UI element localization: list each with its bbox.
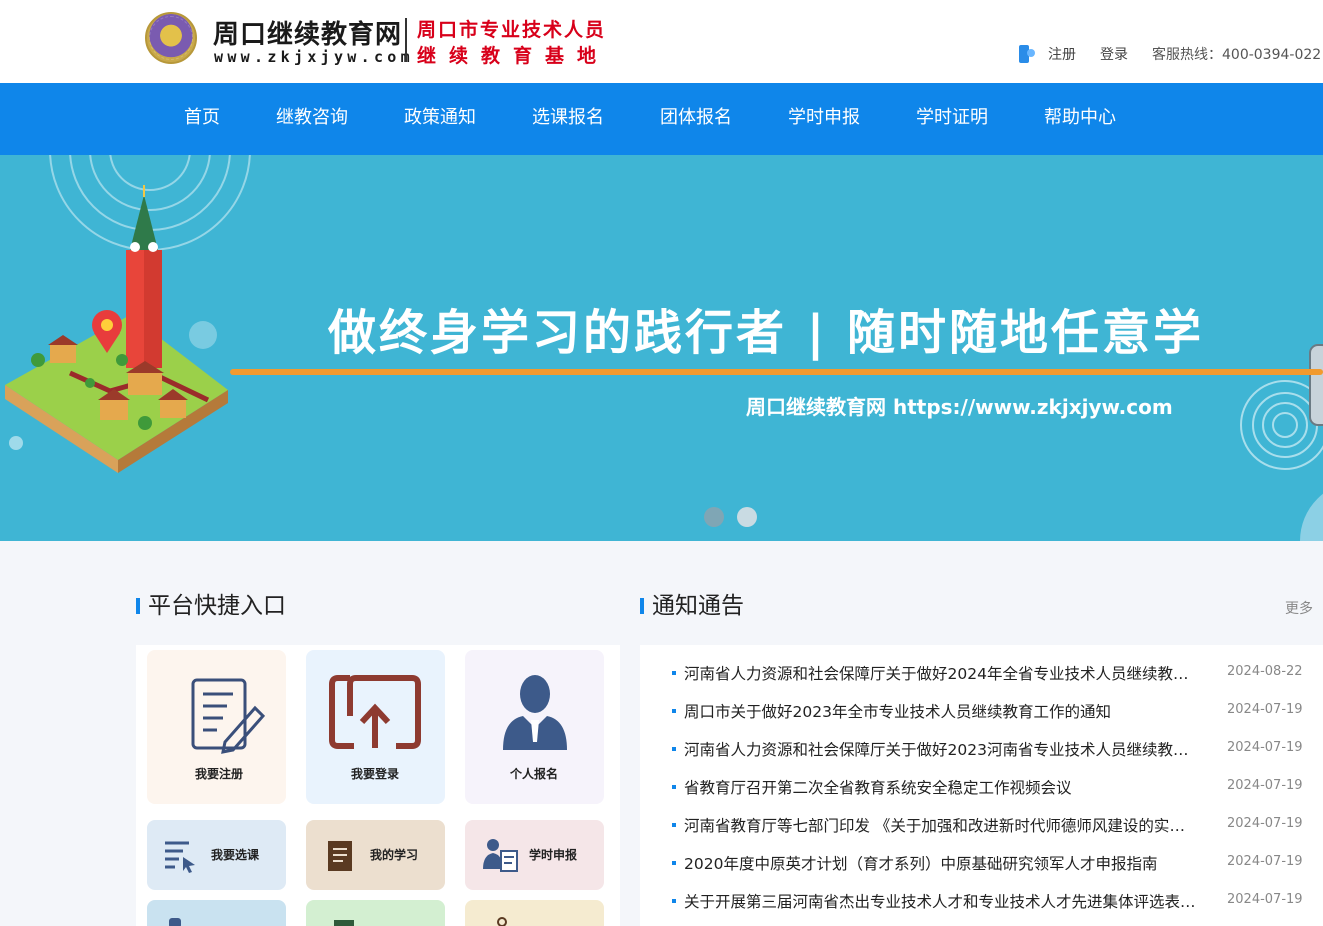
site-header: 周口继续教育网 www.zkjxjyw.com 周口市专业技术人员 继续教育基地… (0, 0, 1323, 83)
row3-3-icon (497, 917, 507, 926)
notice-item[interactable]: 省教育厅召开第二次全省教育系统安全稳定工作视频会议 2024-07-19 (670, 769, 1323, 807)
nav-item-home[interactable]: 首页 (184, 83, 220, 155)
bullet-icon (672, 899, 676, 903)
notice-date: 2024-07-19 (1227, 740, 1303, 755)
my-study-tile[interactable]: 我的学习 (306, 820, 445, 890)
book-icon (1018, 44, 1036, 64)
brand-divider (405, 18, 407, 62)
notices-more-link[interactable]: 更多 (1285, 598, 1313, 618)
bullet-icon (672, 861, 676, 865)
notice-title[interactable]: 省教育厅召开第二次全省教育系统安全稳定工作视频会议 (684, 776, 1198, 798)
nav-item-consult[interactable]: 继教咨询 (276, 83, 348, 155)
notice-item[interactable]: 2020年度中原英才计划（育才系列）中原基础研究领军人才申报指南 2024-07… (670, 845, 1323, 883)
row3-1-icon (169, 918, 181, 926)
banner-subtitle: 周口继续教育网 https://www.zkjxjyw.com (746, 395, 1173, 419)
hours-declare-tile-label: 学时申报 (529, 848, 578, 862)
top-links: 注册 登录 客服热线：400-0394-022 (1018, 42, 1321, 66)
slogan-line-1: 周口市专业技术人员 (417, 19, 607, 41)
hero-banner[interactable]: 做终身学习的践行者 | 随时随地任意学 周口继续教育网 https://www.… (0, 155, 1323, 541)
quick-tile-row3-3[interactable] (465, 900, 604, 926)
notice-date: 2024-07-19 (1227, 854, 1303, 869)
login-link[interactable]: 登录 (1100, 44, 1128, 64)
logo-ring (149, 16, 193, 60)
quick-entry-title: 平台快捷入口 (136, 592, 286, 620)
study-scroll-icon (328, 841, 352, 871)
quick-tile-row3-2[interactable] (306, 900, 445, 926)
personal-signup-tile[interactable]: 个人报名 (465, 650, 604, 804)
bullet-icon (672, 747, 676, 751)
nav-item-policy[interactable]: 政策通知 (404, 83, 476, 155)
notice-title[interactable]: 关于开展第三届河南省杰出专业技术人才和专业技术人才先进集体评选表彰工作的通知 (684, 890, 1198, 912)
quick-tile-row3-1[interactable] (147, 900, 286, 926)
bullet-icon (672, 785, 676, 789)
notice-date: 2024-07-19 (1227, 892, 1303, 907)
notice-item[interactable]: 关于开展第三届河南省杰出专业技术人才和专业技术人才先进集体评选表彰工作的通知 2… (670, 883, 1323, 921)
notice-item[interactable]: 河南省人力资源和社会保障厅关于做好2023河南省专业技术人员继续教育工作的通知 … (670, 731, 1323, 769)
personal-signup-tile-label: 个人报名 (510, 767, 559, 781)
bullet-icon (672, 671, 676, 675)
nav-item-help[interactable]: 帮助中心 (1044, 83, 1116, 155)
banner-title: 做终身学习的践行者 | 随时随地任意学 (328, 305, 1204, 361)
hotline-text: 客服热线：400-0394-022 (1152, 47, 1322, 63)
hours-declare-tile[interactable]: 学时申报 (465, 820, 604, 890)
notice-title[interactable]: 周口市关于做好2023年全市专业技术人员继续教育工作的通知 (684, 700, 1198, 722)
site-name[interactable]: 周口继续教育网 (213, 14, 402, 51)
notice-title[interactable]: 2020年度中原英才计划（育才系列）中原基础研究领军人才申报指南 (684, 852, 1198, 874)
nav-item-course-signup[interactable]: 选课报名 (532, 83, 604, 155)
notice-date: 2024-08-22 (1227, 664, 1303, 679)
row3-2-icon (334, 920, 354, 926)
notice-item[interactable]: 河南省人力资源和社会保障厅关于做好2024年全省专业技术人员继续教育工作的通知 … (670, 655, 1323, 693)
register-tile-label: 我要注册 (195, 767, 244, 781)
course-list-icon (165, 841, 195, 873)
select-course-tile-label: 我要选课 (211, 848, 260, 862)
banner-divider (230, 369, 1323, 375)
notices-title: 通知通告 (640, 592, 744, 620)
bullet-icon (672, 823, 676, 827)
notices-panel: 河南省人力资源和社会保障厅关于做好2024年全省专业技术人员继续教育工作的通知 … (640, 645, 1323, 926)
person-icon (503, 675, 567, 750)
select-course-tile[interactable]: 我要选课 (147, 820, 286, 890)
quick-entry-panel: 我要注册 我要登录 个人报名 我要选课 我的学习 学时申报 (136, 645, 620, 926)
carousel-dot-1[interactable] (704, 507, 724, 527)
register-link[interactable]: 注册 (1048, 44, 1076, 64)
notice-date: 2024-07-19 (1227, 702, 1303, 717)
notice-date: 2024-07-19 (1227, 816, 1303, 831)
nav-item-hours-declare[interactable]: 学时申报 (788, 83, 860, 155)
notice-item[interactable]: 周口市关于做好2023年全市专业技术人员继续教育工作的通知 2024-07-19 (670, 693, 1323, 731)
notice-title[interactable]: 河南省人力资源和社会保障厅关于做好2024年全省专业技术人员继续教育工作的通知 (684, 662, 1198, 684)
register-form-icon (191, 678, 266, 754)
login-tile-label: 我要登录 (351, 767, 400, 781)
nav-item-hours-cert[interactable]: 学时证明 (916, 83, 988, 155)
nav-item-group-signup[interactable]: 团体报名 (660, 83, 732, 155)
notice-item[interactable]: 河南省教育厅等七部门印发 《关于加强和改进新时代师德师风建设的实施意见》 202… (670, 807, 1323, 845)
main-nav: 首页 继教咨询 政策通知 选课报名 团体报名 学时申报 学时证明 帮助中心 (0, 83, 1323, 155)
register-tile[interactable]: 我要注册 (147, 650, 286, 804)
carousel-dot-2[interactable] (737, 507, 757, 527)
hours-declare-icon (483, 839, 518, 872)
site-url: www.zkjxjyw.com (214, 48, 414, 66)
my-study-tile-label: 我的学习 (370, 848, 419, 862)
bullet-icon (672, 709, 676, 713)
slogan-line-2: 继续教育基地 (417, 45, 610, 67)
notice-date: 2024-07-19 (1227, 778, 1303, 793)
notice-title[interactable]: 河南省人力资源和社会保障厅关于做好2023河南省专业技术人员继续教育工作的通知 (684, 738, 1198, 760)
login-upload-icon (329, 675, 421, 749)
notice-title[interactable]: 河南省教育厅等七部门印发 《关于加强和改进新时代师德师风建设的实施意见》 (684, 814, 1198, 836)
login-tile[interactable]: 我要登录 (306, 650, 445, 804)
